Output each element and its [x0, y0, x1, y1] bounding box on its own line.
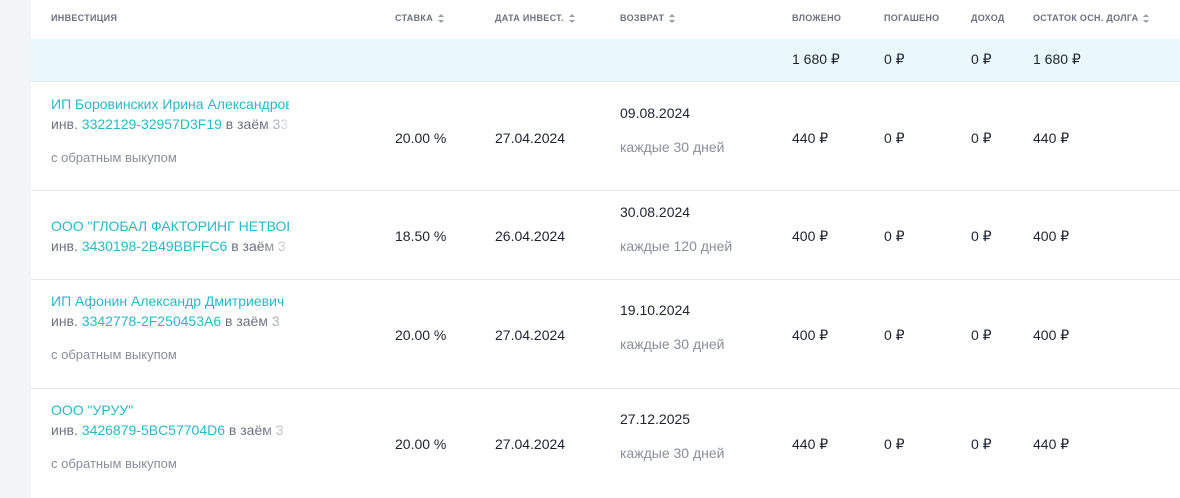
sort-icon[interactable]	[438, 13, 444, 23]
buyback-tag: с обратным выкупом	[51, 456, 177, 471]
sort-icon[interactable]	[568, 13, 575, 23]
investment-id-line: инв. 3430198-2B49BBFFC6 в заём 3	[51, 238, 293, 254]
column-header-income: ДОХОД	[971, 13, 1005, 23]
column-header-repaid-label: ПОГАШЕНО	[884, 13, 940, 23]
investment-id-line: инв. 3426879-5BC57704D6 в заём 3	[51, 422, 293, 438]
sort-icon[interactable]	[1143, 13, 1150, 23]
summary-row	[31, 39, 1180, 81]
income-value: 0 ₽	[971, 228, 992, 244]
income-value: 0 ₽	[971, 327, 992, 343]
text-fade	[263, 238, 293, 254]
investment-id-prefix: инв.	[51, 313, 78, 329]
column-header-income-label: ДОХОД	[971, 13, 1005, 23]
borrower-name-link[interactable]: ООО "ГЛОБАЛ ФАКТОРИНГ НЕТВОРК"	[51, 218, 289, 234]
rate-value: 20.00 %	[395, 327, 447, 343]
remaining-value: 440 ₽	[1033, 436, 1070, 452]
borrower-name-link[interactable]: ИП Боровинских Ирина Александровна	[51, 96, 289, 112]
invested-value: 440 ₽	[792, 130, 829, 146]
invested-value: 440 ₽	[792, 436, 829, 452]
investment-id-link[interactable]: 3342778-2F250453A6	[82, 313, 221, 329]
table-row[interactable]: ООО "ГЛОБАЛ ФАКТОРИНГ НЕТВОРК" инв. 3430…	[31, 190, 1180, 279]
remaining-value: 400 ₽	[1033, 327, 1070, 343]
rate-value: 20.00 %	[395, 436, 447, 452]
column-header-date-label: ДАТА ИНВЕСТ.	[495, 13, 564, 23]
column-header-investment: ИНВЕСТИЦИЯ	[51, 13, 117, 23]
investment-id-link[interactable]: 3426879-5BC57704D6	[82, 422, 225, 438]
return-frequency: каждые 120 дней	[620, 238, 733, 254]
text-fade	[263, 116, 293, 132]
summary-remaining: 1 680 ₽	[1033, 51, 1081, 67]
column-header-remaining[interactable]: ОСТАТОК ОСН. ДОЛГА	[1033, 13, 1150, 23]
invested-value: 400 ₽	[792, 228, 829, 244]
column-header-invested: ВЛОЖЕНО	[792, 13, 841, 23]
remaining-value: 440 ₽	[1033, 130, 1070, 146]
repaid-value: 0 ₽	[884, 327, 905, 343]
investment-id-link[interactable]: 3322129-32957D3F19	[82, 116, 222, 132]
income-value: 0 ₽	[971, 436, 992, 452]
return-date-value: 27.12.2025	[620, 411, 691, 427]
invested-value: 400 ₽	[792, 327, 829, 343]
column-header-invested-label: ВЛОЖЕНО	[792, 13, 842, 23]
return-frequency: каждые 30 дней	[620, 445, 725, 461]
return-frequency: каждые 30 дней	[620, 336, 725, 352]
invest-date-value: 27.04.2024	[495, 130, 566, 146]
invest-date-value: 26.04.2024	[495, 228, 566, 244]
investments-table: ИНВЕСТИЦИЯ СТАВКА ДАТА ИНВЕСТ. ВОЗВРАТ В…	[31, 0, 1180, 498]
column-header-rate-label: СТАВКА	[395, 13, 433, 23]
investment-id-prefix: инв.	[51, 116, 78, 132]
repaid-value: 0 ₽	[884, 130, 905, 146]
return-date-value: 09.08.2024	[620, 105, 691, 121]
buyback-tag: с обратным выкупом	[51, 347, 177, 362]
column-header-rate[interactable]: СТАВКА	[395, 13, 444, 23]
investment-id-line: инв. 3342778-2F250453A6 в заём 3	[51, 313, 293, 329]
column-header-remaining-label: ОСТАТОК ОСН. ДОЛГА	[1033, 13, 1139, 23]
text-fade	[263, 422, 293, 438]
return-date-value: 30.08.2024	[620, 204, 691, 220]
rate-value: 18.50 %	[395, 228, 447, 244]
return-frequency: каждые 30 дней	[620, 139, 725, 155]
summary-repaid: 0 ₽	[884, 51, 905, 67]
column-header-return-label: ВОЗВРАТ	[620, 13, 665, 23]
repaid-value: 0 ₽	[884, 228, 905, 244]
sort-icon[interactable]	[669, 13, 676, 23]
column-header-investment-label: ИНВЕСТИЦИЯ	[51, 13, 118, 23]
summary-invested: 1 680 ₽	[792, 51, 840, 67]
table-row[interactable]: ИП Афонин Александр Дмитриевич инв. 3342…	[31, 279, 1180, 388]
invest-date-value: 27.04.2024	[495, 436, 566, 452]
summary-income: 0 ₽	[971, 51, 992, 67]
text-fade	[263, 313, 293, 329]
table-row[interactable]: ООО "УРУУ" инв. 3426879-5BC57704D6 в заё…	[31, 388, 1180, 498]
income-value: 0 ₽	[971, 130, 992, 146]
table-row[interactable]: ИП Боровинских Ирина Александровна инв. …	[31, 81, 1180, 190]
investment-id-link[interactable]: 3430198-2B49BBFFC6	[82, 238, 228, 254]
investment-id-line: инв. 3322129-32957D3F19 в заём 33	[51, 116, 293, 132]
remaining-value: 400 ₽	[1033, 228, 1070, 244]
return-date-value: 19.10.2024	[620, 302, 691, 318]
buyback-tag: с обратным выкупом	[51, 150, 177, 165]
column-header-date[interactable]: ДАТА ИНВЕСТ.	[495, 13, 575, 23]
investment-id-prefix: инв.	[51, 238, 78, 254]
borrower-name-link[interactable]: ИП Афонин Александр Дмитриевич	[51, 293, 289, 309]
invest-date-value: 27.04.2024	[495, 327, 566, 343]
column-header-return[interactable]: ВОЗВРАТ	[620, 13, 676, 23]
repaid-value: 0 ₽	[884, 436, 905, 452]
investment-id-prefix: инв.	[51, 422, 78, 438]
borrower-name-link[interactable]: ООО "УРУУ"	[51, 402, 289, 418]
column-header-repaid: ПОГАШЕНО	[884, 13, 939, 23]
rate-value: 20.00 %	[395, 130, 447, 146]
